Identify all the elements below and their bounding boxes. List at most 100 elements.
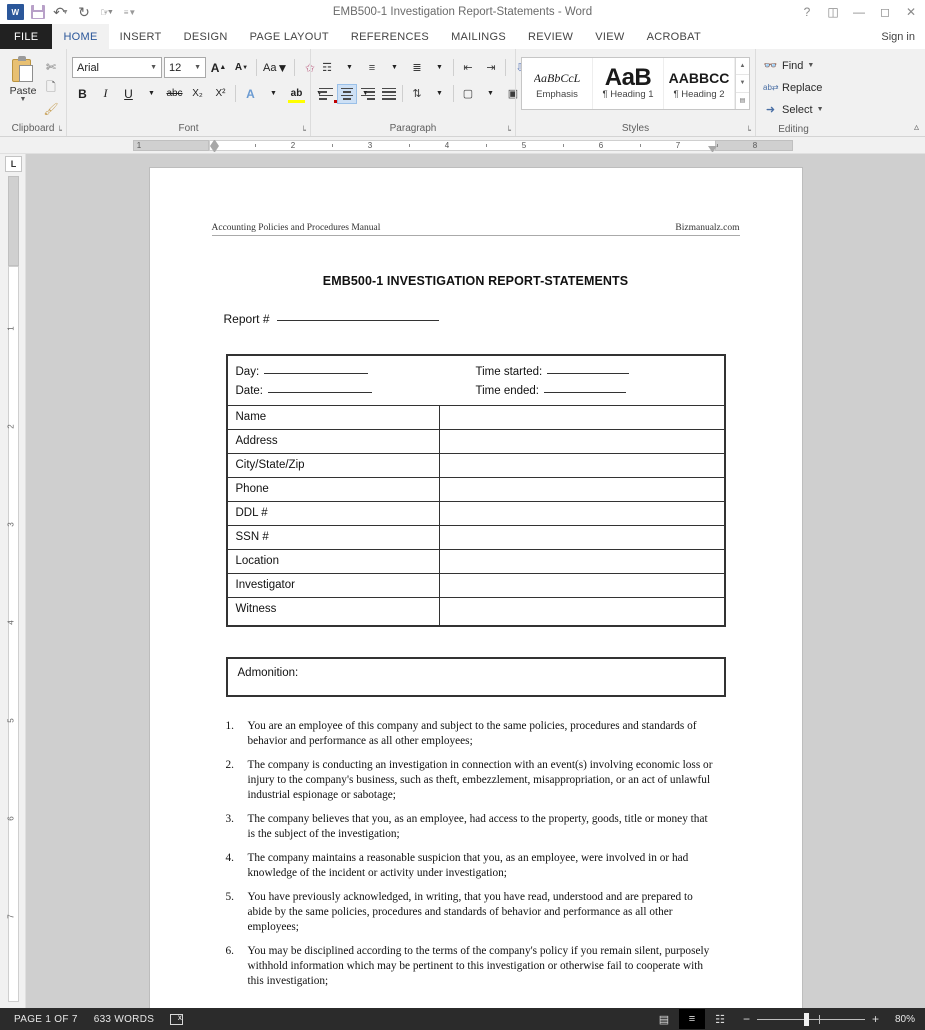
change-case-icon[interactable]: Aa ▼ (261, 57, 290, 78)
word-count[interactable]: 633 WORDS (86, 1014, 163, 1025)
find-button[interactable]: 👓 Find ▼ (761, 55, 815, 76)
report-number-blank[interactable] (276, 310, 439, 321)
redo-icon[interactable]: ↻ (73, 2, 95, 22)
styles-scroll-down-icon[interactable]: ▼ (736, 75, 749, 93)
zoom-in-button[interactable]: + (870, 1012, 881, 1026)
row-value[interactable] (439, 429, 725, 454)
format-painter-icon[interactable]: 🖌 (41, 100, 61, 118)
zoom-out-button[interactable]: − (741, 1012, 752, 1026)
align-right-icon[interactable] (358, 84, 378, 104)
text-effects-dropdown-icon[interactable]: ▼ (263, 83, 284, 104)
grow-font-icon[interactable]: A ▲ (208, 57, 229, 78)
paste-dropdown-icon[interactable]: ▼ (20, 96, 27, 103)
text-effects-icon[interactable]: A (240, 83, 261, 104)
tab-home[interactable]: HOME (52, 24, 109, 49)
tab-acrobat[interactable]: ACROBAT (636, 24, 712, 49)
paste-button[interactable]: Paste ▼ (5, 54, 41, 103)
minimize-icon[interactable]: — (851, 5, 867, 19)
italic-button[interactable]: I (95, 83, 116, 104)
font-name-combo[interactable]: Arial ▼ (72, 57, 162, 78)
customize-qat-icon[interactable]: ≡▼ (119, 2, 141, 22)
subscript-button[interactable]: X₂ (187, 83, 208, 104)
word-app-icon[interactable]: W (4, 2, 26, 22)
tab-mailings[interactable]: MAILINGS (440, 24, 517, 49)
tab-references[interactable]: REFERENCES (340, 24, 440, 49)
clipboard-dialog-launcher-icon[interactable]: ┕ (57, 123, 62, 138)
close-icon[interactable]: ✕ (903, 5, 919, 19)
styles-scroll-up-icon[interactable]: ▲ (736, 58, 749, 76)
numbering-icon[interactable]: ≡ (361, 58, 383, 78)
style-item-emphasis[interactable]: AaBbCcL Emphasis (522, 58, 593, 109)
vertical-ruler[interactable]: L 1 2 3 4 5 6 7 8 (0, 154, 26, 1008)
row-value[interactable] (439, 549, 725, 574)
shrink-font-icon[interactable]: A ▼ (231, 57, 252, 78)
style-item-heading-1[interactable]: AaB ¶ Heading 1 (593, 58, 664, 109)
styles-dialog-launcher-icon[interactable]: ┕ (746, 123, 751, 138)
bullets-dropdown-icon[interactable]: ▼ (339, 57, 360, 78)
copy-icon[interactable]: 🗋 (41, 79, 61, 97)
row-value[interactable] (439, 405, 725, 430)
ribbon-display-options-icon[interactable]: ◫ (825, 5, 841, 19)
row-value[interactable] (439, 501, 725, 526)
save-icon[interactable] (27, 2, 49, 22)
align-left-icon[interactable] (316, 84, 336, 104)
styles-more-icon[interactable]: ▤ (736, 93, 749, 109)
tab-design[interactable]: DESIGN (173, 24, 239, 49)
shading-icon[interactable]: ▢ (457, 84, 479, 104)
multilevel-list-icon[interactable]: ≣ (406, 58, 428, 78)
row-value[interactable] (439, 597, 725, 627)
shading-dropdown-icon[interactable]: ▼ (480, 83, 501, 104)
time-started-blank[interactable] (547, 363, 630, 374)
hanging-indent-marker[interactable] (210, 146, 219, 153)
zoom-slider-thumb[interactable] (804, 1012, 809, 1026)
row-value[interactable] (439, 525, 725, 550)
font-dialog-launcher-icon[interactable]: ┕ (301, 123, 306, 138)
text-highlight-icon[interactable]: ab (286, 83, 307, 104)
line-spacing-icon[interactable]: ⇅ (406, 84, 428, 104)
sign-in-link[interactable]: Sign in (871, 24, 925, 49)
restore-icon[interactable]: ◻ (877, 5, 893, 19)
document-canvas[interactable]: Accounting Policies and Procedures Manua… (26, 154, 925, 1008)
row-value[interactable] (439, 477, 725, 502)
horizontal-ruler[interactable]: 1 2 3 4 5 6 7 8 (0, 137, 925, 154)
paragraph-dialog-launcher-icon[interactable]: ┕ (506, 123, 511, 138)
align-center-icon[interactable] (337, 83, 357, 104)
style-item-heading-2[interactable]: AABBCC ¶ Heading 2 (664, 58, 735, 109)
bold-button[interactable]: B (72, 83, 93, 104)
tab-selector[interactable]: L (5, 156, 22, 172)
superscript-button[interactable]: X² (210, 83, 231, 104)
multilevel-dropdown-icon[interactable]: ▼ (429, 57, 450, 78)
zoom-slider[interactable] (757, 1012, 865, 1026)
date-blank[interactable] (268, 382, 372, 393)
tab-insert[interactable]: INSERT (109, 24, 173, 49)
strikethrough-button[interactable]: abc (164, 83, 185, 104)
time-ended-blank[interactable] (544, 382, 626, 393)
undo-icon[interactable]: ↶ ▼ (50, 2, 72, 22)
cut-icon[interactable]: ✄ (41, 58, 61, 76)
decrease-indent-icon[interactable]: ⇤ (457, 58, 479, 78)
line-spacing-dropdown-icon[interactable]: ▼ (429, 83, 450, 104)
page-indicator[interactable]: PAGE 1 OF 7 (6, 1014, 86, 1025)
document-page[interactable]: Accounting Policies and Procedures Manua… (149, 168, 802, 1008)
select-button[interactable]: ➜ Select ▼ (761, 99, 824, 120)
underline-button[interactable]: U (118, 83, 139, 104)
replace-button[interactable]: ab⇄ Replace (761, 77, 822, 98)
justify-icon[interactable] (379, 84, 399, 104)
right-indent-marker[interactable] (708, 146, 717, 153)
proofing-errors-icon[interactable] (162, 1013, 191, 1025)
day-blank[interactable] (264, 363, 369, 374)
collapse-ribbon-icon[interactable]: ▵ (914, 122, 919, 133)
web-layout-button[interactable]: ☷ (707, 1009, 733, 1029)
tab-view[interactable]: VIEW (584, 24, 635, 49)
tab-review[interactable]: REVIEW (517, 24, 584, 49)
tab-file[interactable]: FILE (0, 24, 53, 49)
print-layout-button[interactable]: ≡ (679, 1009, 705, 1029)
font-size-combo[interactable]: 12 ▼ (164, 57, 206, 78)
help-icon[interactable]: ? (799, 5, 815, 19)
touch-mode-icon[interactable]: ☞ ▼ (96, 2, 118, 22)
admonition-box[interactable]: Admonition: (225, 657, 726, 697)
tab-page-layout[interactable]: PAGE LAYOUT (239, 24, 340, 49)
numbering-dropdown-icon[interactable]: ▼ (384, 57, 405, 78)
row-value[interactable] (439, 453, 725, 478)
read-mode-button[interactable]: ▤ (651, 1009, 677, 1029)
